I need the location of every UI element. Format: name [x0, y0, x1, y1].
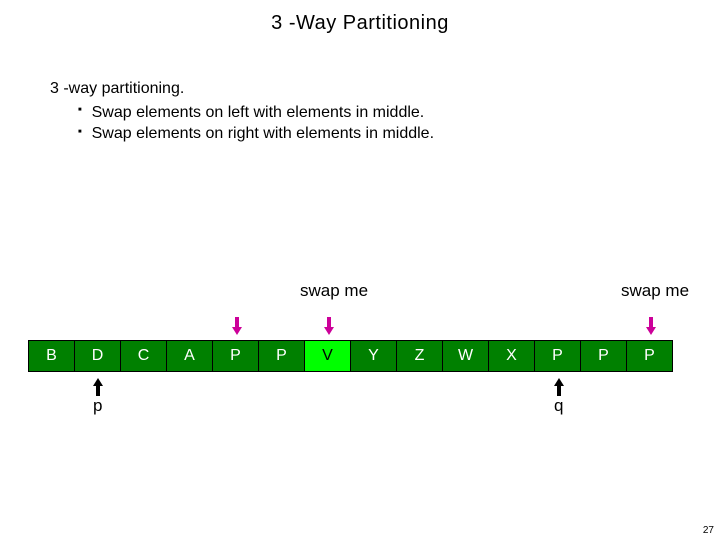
arrow-down-icon [324, 317, 334, 335]
array-cell: Y [350, 340, 397, 372]
array-cell-highlight: V [304, 340, 351, 372]
arrow-up-icon [93, 378, 103, 396]
arrow-down-icon [646, 317, 656, 335]
array-cell: B [28, 340, 75, 372]
array-cell: P [580, 340, 627, 372]
slide: 3 -Way Partitioning 3 -way partitioning.… [0, 0, 720, 540]
arrow-up-icon [554, 378, 564, 396]
pointer-p-label: p [93, 396, 102, 416]
body-text: 3 -way partitioning. Swap elements on le… [50, 78, 434, 145]
body-heading: 3 -way partitioning. [50, 78, 434, 100]
slide-title: 3 -Way Partitioning [0, 0, 720, 35]
array-strip: B D C A P P V Y Z W X P P P [28, 340, 672, 372]
array-cell: A [166, 340, 213, 372]
array-cell: X [488, 340, 535, 372]
pointer-q-label: q [554, 396, 563, 416]
array-cell: Z [396, 340, 443, 372]
array-cell: P [534, 340, 581, 372]
array-cell: C [120, 340, 167, 372]
array-cell: D [74, 340, 121, 372]
bullet-item: Swap elements on right with elements in … [78, 123, 434, 145]
array-cell: W [442, 340, 489, 372]
bullet-list: Swap elements on left with elements in m… [50, 102, 434, 145]
arrow-down-icon [232, 317, 242, 335]
swap-label-right: swap me [621, 281, 689, 301]
array-cell: P [212, 340, 259, 372]
page-number: 27 [703, 525, 714, 536]
array-cell: P [258, 340, 305, 372]
bullet-item: Swap elements on left with elements in m… [78, 102, 434, 124]
array-cell: P [626, 340, 673, 372]
swap-label-left: swap me [300, 281, 368, 301]
